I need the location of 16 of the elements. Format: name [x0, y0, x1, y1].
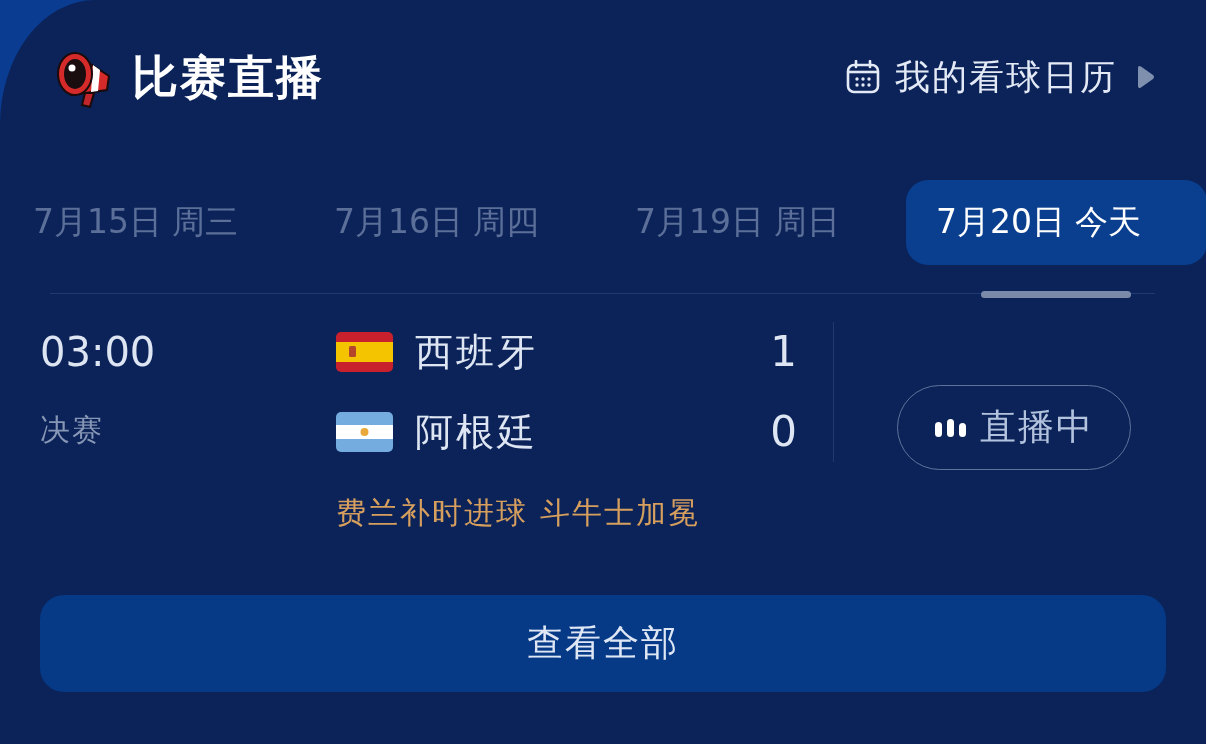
team-name: 西班牙: [415, 328, 538, 376]
match-note: 费兰补时进球 斗牛士加冕: [336, 498, 700, 528]
calendar-link[interactable]: 我的看球日历: [846, 53, 1117, 101]
team-name: 阿根廷: [415, 408, 538, 456]
caret-icon: [1135, 65, 1155, 89]
calendar-icon: [846, 60, 880, 94]
team-score: 1: [770, 331, 797, 373]
team-score: 0: [770, 411, 797, 453]
match-time: 03:00: [40, 328, 156, 377]
date-tab[interactable]: 7月20日 今天: [906, 180, 1206, 265]
flag-icon: [336, 412, 393, 452]
flag-icon: [336, 332, 393, 372]
section-title: 比赛直播: [132, 54, 324, 100]
bars-icon: [934, 418, 966, 437]
view-all-button[interactable]: 查看全部: [40, 595, 1166, 692]
match-stage: 决赛: [40, 412, 104, 448]
